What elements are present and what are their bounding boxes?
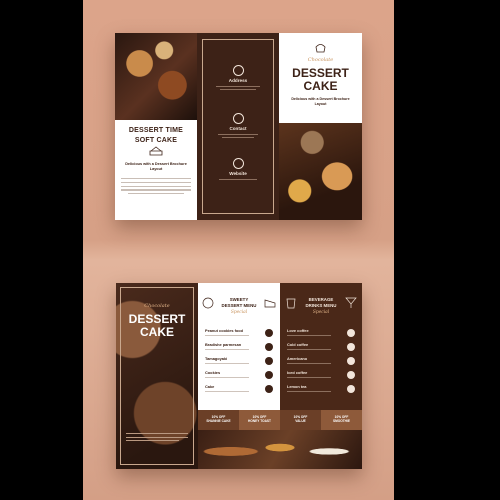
contact-block: Contact: [197, 113, 279, 138]
menu-item: Love coffee: [287, 328, 355, 339]
promo-badge: 10% OFF SMOOTHIE: [321, 410, 362, 430]
toast-photo: [279, 123, 362, 220]
cover-tagline: Delicious with a Dessert Brochure Layout: [291, 97, 350, 106]
menu-script: Special: [312, 310, 330, 315]
price-badge: [347, 371, 355, 379]
promo-row: 10% OFF SHANNIE CAKE 10% OFF HONEY TOAST…: [198, 410, 362, 430]
menu-item-desc-line: [287, 349, 331, 350]
price-badge: [265, 357, 273, 365]
website-block: Website: [197, 158, 279, 182]
panel-title-line2: SOFT CAKE: [134, 137, 178, 144]
food-photo-strip: [198, 430, 362, 469]
menu-item: Tamagoyaki: [205, 356, 273, 367]
cover-header: Chocolate DESSERT CAKE Delicious with a …: [279, 33, 362, 123]
menu-item: Bradishe parmesan: [205, 342, 273, 353]
menu-heading-line2: DESSERT MENU: [221, 303, 257, 308]
website-label: Website: [229, 171, 247, 176]
menu-item: Americano: [287, 356, 355, 367]
menu-item-desc-line: [205, 391, 249, 392]
menu-heading-line1: SWEETY: [229, 297, 249, 302]
body-text-lines: [121, 178, 191, 197]
cover-title-line2: CAKE: [139, 325, 174, 339]
cover-title-line1: DESSERT: [292, 66, 349, 80]
menu-script: Special: [230, 310, 248, 315]
menu-heading-line2: DRINKS MENU: [305, 303, 337, 308]
menu-item-name: Tamagoyaki: [205, 356, 228, 361]
menu-item: Cake: [205, 384, 273, 395]
mockup-canvas: DESSERT TIME SOFT CAKE Delicious with a …: [83, 0, 394, 500]
top-panel-right: Chocolate DESSERT CAKE Delicious with a …: [279, 33, 362, 220]
price-badge: [347, 343, 355, 351]
menu-item-name: Cookies: [205, 370, 221, 375]
cake-icon: [149, 146, 163, 156]
promo-line2: SMOOTHIE: [332, 419, 350, 424]
promo-badge: 10% OFF HONEY TOAST: [239, 410, 280, 430]
promo-line2: VALUE: [295, 419, 306, 424]
panel-title-line1: DESSERT TIME: [128, 127, 184, 134]
price-badge: [265, 329, 273, 337]
promo-badge: 10% OFF SHANNIE CAKE: [198, 410, 239, 430]
menu-item-desc-line: [205, 377, 249, 378]
cupcake-icon: [315, 44, 326, 53]
script-text: Chocolate: [307, 57, 334, 63]
menu-item: Lemon tea: [287, 384, 355, 395]
address-label: Address: [228, 78, 248, 83]
address-block: Address: [197, 65, 279, 90]
price-badge: [265, 343, 273, 351]
menu-item-name: Cold coffee: [287, 342, 309, 347]
menu-item-name: Cake: [205, 384, 215, 389]
price-badge: [265, 371, 273, 379]
menu-item: Cookies: [205, 370, 273, 381]
food-photo: [115, 33, 197, 120]
price-badge: [265, 385, 273, 393]
contact-label: Contact: [229, 126, 247, 131]
menu-item-desc-line: [205, 349, 249, 350]
menu-item: Iced coffee: [287, 370, 355, 381]
menu-item-desc-line: [287, 391, 331, 392]
menu-item-name: Iced coffee: [287, 370, 308, 375]
globe-icon: [232, 158, 244, 169]
menu-item-desc-line: [287, 363, 331, 364]
bottom-panel-left: Chocolate DESSERT CAKE: [116, 283, 198, 469]
promo-line2: HONEY TOAST: [248, 419, 271, 424]
menu-item-name: Love coffee: [287, 328, 309, 333]
menu-item-name: Peanut cookies food: [205, 328, 244, 333]
panel-tagline: Delicious with a Dessert Brochure Layout: [125, 162, 187, 171]
menu-item-name: Bradishe parmesan: [205, 342, 242, 347]
price-badge: [347, 329, 355, 337]
menu-item: Cold coffee: [287, 342, 355, 353]
body-text-lines: [126, 433, 188, 444]
menu-item-desc-line: [205, 363, 249, 364]
top-panel-left: DESSERT TIME SOFT CAKE Delicious with a …: [115, 33, 197, 220]
top-panel-middle: Address Contact Website: [197, 33, 279, 220]
menu-heading-line1: BEVERAGE: [308, 297, 334, 302]
promo-badge: 10% OFF VALUE: [280, 410, 321, 430]
menu-item: Peanut cookies food: [205, 328, 273, 339]
promo-line2: SHANNIE CAKE: [206, 419, 231, 424]
menu-item-name: Americano: [287, 356, 308, 361]
brochure-inside: Chocolate DESSERT CAKE SWEETY DESSERT ME…: [116, 283, 362, 469]
price-badge: [347, 385, 355, 393]
cover-title-line2: CAKE: [303, 79, 338, 93]
brochure-outside: DESSERT TIME SOFT CAKE Delicious with a …: [115, 33, 362, 220]
script-text: Chocolate: [144, 303, 170, 309]
menu-item-desc-line: [205, 335, 249, 336]
price-badge: [347, 357, 355, 365]
phone-icon: [232, 113, 244, 124]
menu-item-desc-line: [287, 377, 331, 378]
cover-title-line1: DESSERT: [128, 312, 186, 326]
menu-item-name: Lemon tea: [287, 384, 307, 389]
location-icon: [232, 65, 244, 76]
menu-item-desc-line: [287, 335, 331, 336]
